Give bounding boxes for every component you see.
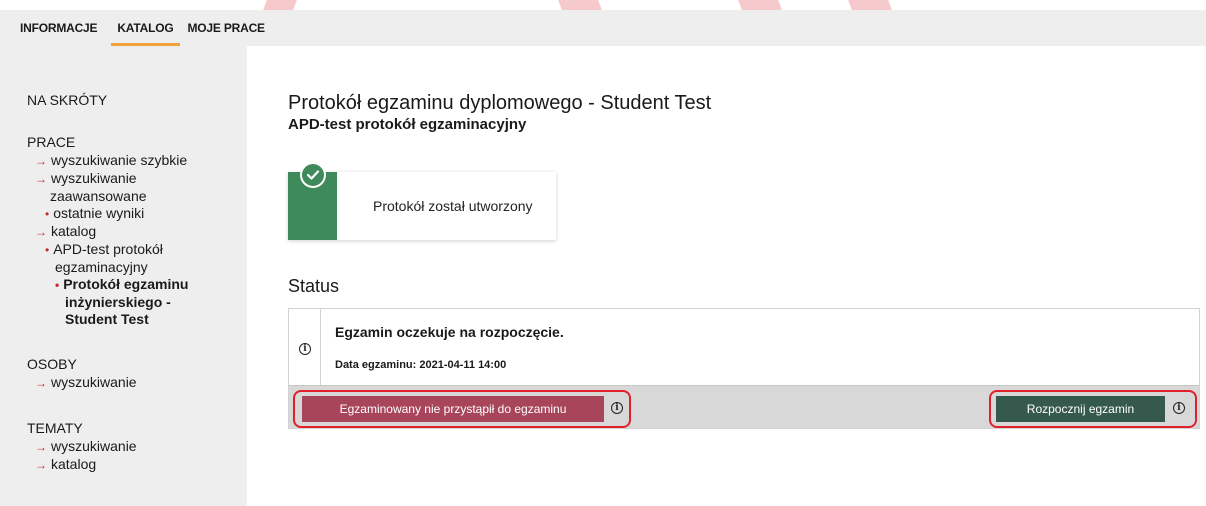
header-decoration bbox=[848, 0, 892, 10]
sidebar-item-recent-results[interactable]: • ostatnie wyniki bbox=[27, 205, 247, 223]
top-nav: INFORMACJE KATALOG MOJE PRACE bbox=[0, 10, 1206, 46]
sidebar-item-label: Student Test bbox=[65, 311, 149, 327]
arrow-right-icon: → bbox=[35, 440, 47, 454]
sidebar-group-title: PRACE bbox=[27, 134, 76, 150]
sidebar: NA SKRÓTY PRACE → wyszukiwanie szybkie → w… bbox=[0, 46, 247, 506]
status-panel: i Egzamin oczekuje na rozpoczęcie. Data … bbox=[288, 308, 1200, 429]
sidebar-group-title: TEMATY bbox=[27, 420, 83, 436]
sidebar-item-label: wyszukiwanie bbox=[51, 438, 137, 454]
check-circle-icon bbox=[300, 162, 326, 188]
sidebar-group-prace: PRACE → wyszukiwanie szybkie → wyszukiwani… bbox=[27, 134, 247, 328]
status-heading: Status bbox=[288, 276, 340, 296]
sidebar-group-osoby: OSOBY → wyszukiwanie bbox=[27, 356, 247, 392]
sidebar-item-label: ostatnie wyniki bbox=[53, 205, 145, 221]
sidebar-item-label: katalog bbox=[51, 456, 97, 472]
sidebar-item-advanced-search[interactable]: → wyszukiwanie zaawansowane bbox=[27, 170, 247, 205]
sidebar-item-protocol[interactable]: • Protokół egzaminu inżynierskiego - Stud… bbox=[27, 276, 247, 328]
tab-katalog[interactable]: KATALOG bbox=[107, 10, 183, 46]
sidebar-shortcuts-link[interactable]: NA SKRÓTY bbox=[27, 92, 247, 108]
sidebar-item-tematy-catalog[interactable]: → katalog bbox=[27, 456, 247, 474]
header-decoration bbox=[558, 0, 602, 10]
sidebar-item-label: APD-test protokół bbox=[53, 241, 163, 257]
tab-moje-prace[interactable]: MOJE PRACE bbox=[184, 10, 275, 46]
page-title: Protokół egzaminu dyplomowego - Student … bbox=[288, 92, 712, 114]
arrow-right-icon: → bbox=[35, 172, 47, 186]
bullet-icon: • bbox=[55, 278, 60, 292]
sidebar-item-label: egzaminacyjny bbox=[55, 259, 148, 275]
sidebar-item-osoby-search[interactable]: → wyszukiwanie bbox=[27, 374, 247, 392]
sidebar-item-catalog[interactable]: → katalog bbox=[27, 223, 247, 241]
sidebar-group-title: OSOBY bbox=[27, 356, 77, 372]
sidebar-item-label: katalog bbox=[51, 223, 97, 239]
info-icon: i bbox=[299, 343, 311, 355]
absent-button[interactable]: Egzaminowany nie przystąpił do egzaminu bbox=[302, 396, 604, 422]
sidebar-item-label: zaawansowane bbox=[50, 188, 147, 204]
sidebar-group-tematy: TEMATY → wyszukiwanie → katalog bbox=[27, 420, 247, 474]
start-exam-button[interactable]: Rozpocznij egzamin bbox=[996, 396, 1165, 422]
header-decoration bbox=[738, 0, 782, 10]
sidebar-item-tematy-search[interactable]: → wyszukiwanie bbox=[27, 438, 247, 456]
arrow-right-icon: → bbox=[35, 376, 47, 390]
sidebar-item-label: wyszukiwanie szybkie bbox=[51, 152, 188, 168]
arrow-right-icon: → bbox=[35, 458, 47, 472]
bullet-icon: • bbox=[45, 243, 50, 257]
page-subtitle: APD-test protokół egzaminacyjny bbox=[288, 116, 527, 133]
sidebar-item-label: wyszukiwanie bbox=[51, 170, 137, 186]
protocol-created-card: Protokół został utworzony bbox=[288, 162, 556, 240]
tab-informacje[interactable]: INFORMACJE bbox=[10, 10, 107, 46]
bullet-icon: • bbox=[45, 207, 50, 221]
arrow-right-icon: → bbox=[35, 154, 47, 168]
sidebar-item-apd-test[interactable]: • APD-test protokół egzaminacyjny bbox=[27, 241, 247, 276]
status-info-column: i bbox=[289, 309, 321, 385]
sidebar-item-label: wyszukiwanie bbox=[51, 374, 137, 390]
sidebar-item-label: inżynierskiego - bbox=[65, 294, 171, 310]
sidebar-group-shortcuts: NA SKRÓTY bbox=[27, 92, 247, 108]
protocol-created-text: Protokół został utworzony bbox=[373, 198, 533, 214]
exam-date: Data egzaminu: 2021-04-11 14:00 bbox=[335, 359, 507, 371]
header-decoration bbox=[263, 0, 297, 10]
info-icon[interactable]: i bbox=[1173, 402, 1185, 414]
info-icon[interactable]: i bbox=[611, 402, 623, 414]
status-message: Egzamin oczekuje na rozpoczęcie. bbox=[335, 324, 564, 340]
arrow-right-icon: → bbox=[35, 225, 47, 239]
status-actions: Egzaminowany nie przystąpił do egzaminu … bbox=[289, 385, 1199, 428]
sidebar-item-quick-search[interactable]: → wyszukiwanie szybkie bbox=[27, 152, 247, 170]
sidebar-item-label: Protokół egzaminu bbox=[63, 276, 189, 292]
